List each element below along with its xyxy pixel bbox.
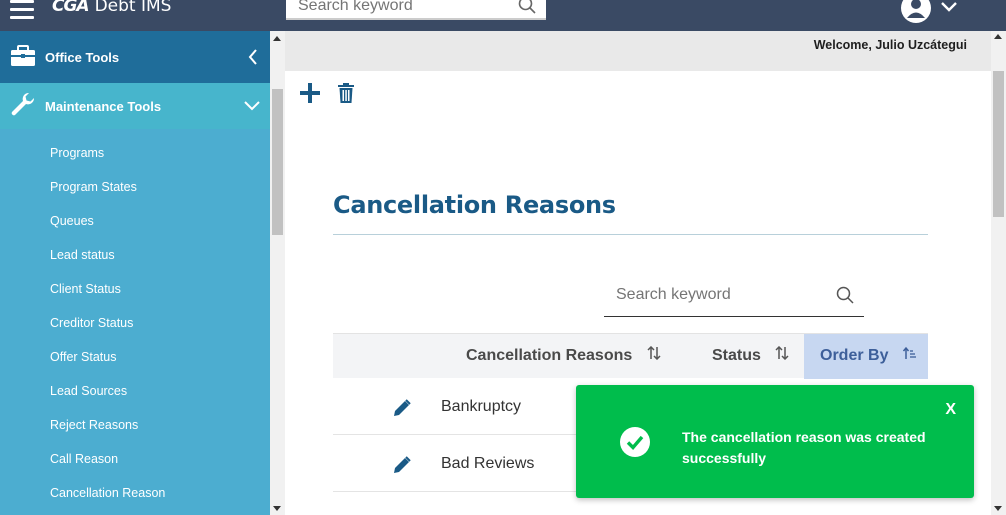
sort-icon[interactable] <box>647 334 661 378</box>
add-button[interactable] <box>300 83 320 108</box>
pencil-icon <box>394 399 411 416</box>
delete-button[interactable] <box>338 83 354 108</box>
sidebar: Office Tools Maintenance Tools Programs … <box>0 31 270 515</box>
sidebar-item-programs[interactable]: Programs <box>0 136 270 170</box>
sidebar-item-queues[interactable]: Queues <box>0 204 270 238</box>
success-toast: The cancellation reason was created succ… <box>576 385 974 498</box>
wrench-icon <box>10 92 36 121</box>
check-circle-icon <box>619 426 651 463</box>
sidebar-item-reject-reasons[interactable]: Reject Reasons <box>0 408 270 442</box>
cancellation-reason-name: Bad Reviews <box>441 455 535 472</box>
edit-button[interactable] <box>393 456 411 479</box>
chevron-down-icon[interactable] <box>244 99 260 114</box>
user-avatar-icon[interactable] <box>900 0 932 28</box>
toast-message: The cancellation reason was created succ… <box>682 429 926 466</box>
plus-icon <box>300 83 320 103</box>
sidebar-item-offer-status[interactable]: Offer Status <box>0 340 270 374</box>
sidebar-section-office-tools[interactable]: Office Tools <box>0 31 270 83</box>
title-divider <box>333 234 928 235</box>
app-name: Debt IMS <box>94 0 172 16</box>
scroll-down-arrow-icon[interactable] <box>273 506 281 511</box>
welcome-message: Welcome, Julio Uzcátegui <box>813 38 967 52</box>
scroll-up-arrow-icon[interactable] <box>994 34 1002 39</box>
toast-close-button[interactable]: X <box>945 401 956 419</box>
top-bar: CGA Debt IMS <box>0 0 1006 31</box>
sidebar-menu: Programs Program States Queues Lead stat… <box>0 129 270 510</box>
table-header: Cancellation Reasons Status Order By <box>333 333 928 379</box>
column-header-order-by[interactable]: Order By <box>804 334 928 379</box>
main-scrollbar[interactable] <box>991 31 1006 515</box>
scroll-down-arrow-icon[interactable] <box>994 506 1002 511</box>
sidebar-item-client-status[interactable]: Client Status <box>0 272 270 306</box>
chevron-down-icon[interactable] <box>940 0 958 18</box>
column-header-cancellation-reasons[interactable]: Cancellation Reasons <box>466 334 661 379</box>
sidebar-item-program-states[interactable]: Program States <box>0 170 270 204</box>
cancellation-reason-name: Bankruptcy <box>441 398 522 415</box>
column-header-status[interactable]: Status <box>712 334 789 379</box>
hamburger-icon[interactable] <box>10 0 34 19</box>
maintenance-tools-label: Maintenance Tools <box>45 98 162 114</box>
search-icon[interactable] <box>836 286 854 309</box>
edit-button[interactable] <box>393 399 411 422</box>
table-search-input[interactable] <box>604 275 824 311</box>
chevron-left-icon[interactable] <box>248 49 258 68</box>
table-search <box>604 275 864 317</box>
user-menu[interactable] <box>900 0 957 29</box>
sidebar-item-call-reason[interactable]: Call Reason <box>0 442 270 476</box>
sidebar-section-maintenance-tools[interactable]: Maintenance Tools <box>0 83 270 129</box>
toolbox-icon <box>10 44 36 70</box>
sidebar-scrollbar[interactable] <box>270 31 285 515</box>
sidebar-scroll-thumb[interactable] <box>272 89 283 235</box>
header-search-input[interactable] <box>286 0 506 18</box>
sidebar-item-cancellation-reason[interactable]: Cancellation Reason <box>0 476 270 510</box>
sidebar-item-creditor-status[interactable]: Creditor Status <box>0 306 270 340</box>
sort-ascending-icon[interactable] <box>902 334 917 378</box>
logo-brand: CGA <box>52 0 90 16</box>
app-logo: CGA Debt IMS <box>52 0 171 16</box>
scroll-up-arrow-icon[interactable] <box>273 36 281 41</box>
sidebar-item-lead-status[interactable]: Lead status <box>0 238 270 272</box>
pencil-icon <box>394 456 411 473</box>
office-tools-label: Office Tools <box>45 49 120 65</box>
main-scroll-thumb[interactable] <box>993 71 1004 217</box>
page-title: Cancellation Reasons <box>333 191 616 219</box>
sort-icon[interactable] <box>775 334 789 378</box>
trash-icon <box>338 83 354 103</box>
search-icon[interactable] <box>518 0 536 19</box>
column-header-label: Order By <box>820 347 889 365</box>
sidebar-item-lead-sources[interactable]: Lead Sources <box>0 374 270 408</box>
header-search <box>286 0 546 20</box>
action-toolbar <box>300 83 354 108</box>
column-header-label: Cancellation Reasons <box>466 347 633 365</box>
column-header-label: Status <box>712 347 761 365</box>
